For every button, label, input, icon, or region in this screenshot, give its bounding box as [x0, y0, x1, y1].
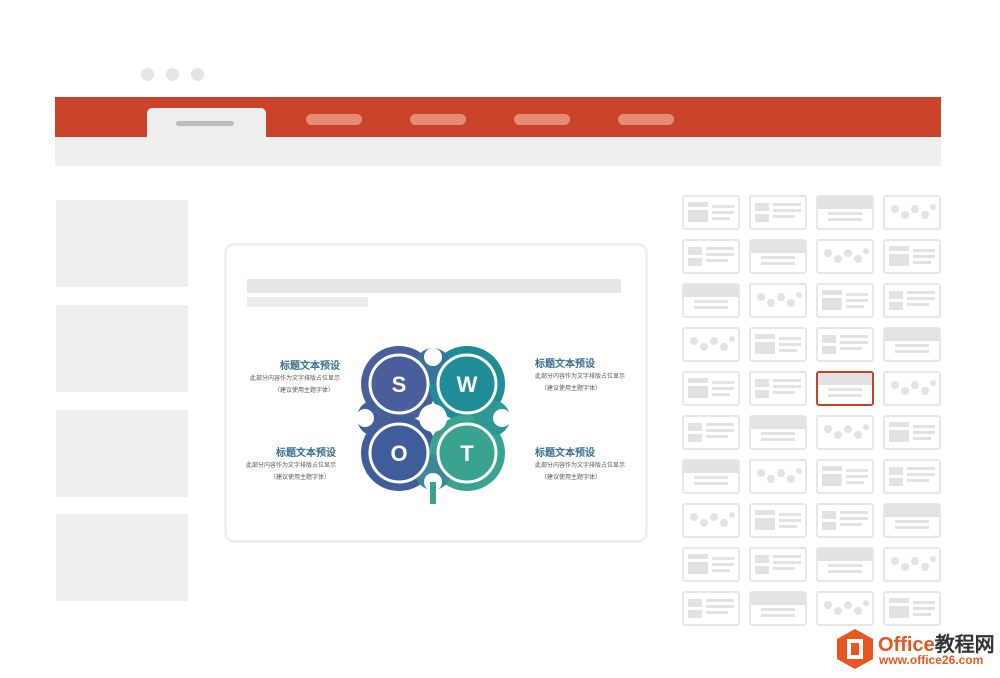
layout-thumbnail-r3-c3[interactable] [816, 283, 874, 318]
block-desc: 此部分内容作为文字排版占位显示 [535, 463, 626, 469]
layout-thumbnail-r4-c1[interactable] [682, 327, 740, 362]
layout-thumbnail-r3-c1[interactable] [682, 283, 740, 318]
layout-thumbnail-r7-c4[interactable] [883, 459, 941, 494]
slide-thumbnail-4[interactable] [56, 514, 188, 601]
watermark-logo: Office教程网 www.office26.com [835, 625, 995, 673]
swot-text-block-1[interactable]: 标题文本预设 此部分内容作为文字排版占位显示 （建议使用主题字体） [210, 357, 340, 396]
window-dot-3[interactable] [191, 68, 204, 81]
swot-diagram[interactable]: S W O T [340, 332, 530, 512]
swot-letter-s: S [392, 372, 407, 397]
block-title: 标题文本预设 [535, 359, 595, 370]
layout-thumbnail-r1-c3[interactable] [816, 195, 874, 230]
tab-label-placeholder [176, 121, 234, 126]
layout-thumbnail-r1-c1[interactable] [682, 195, 740, 230]
block-desc-note: （建议使用主题字体） [273, 388, 334, 394]
layout-thumbnail-r10-c2[interactable] [749, 591, 807, 626]
block-desc-note: （建议使用主题字体） [541, 386, 602, 392]
layout-thumbnail-r3-c4[interactable] [883, 283, 941, 318]
swot-text-block-4[interactable]: 标题文本预设 此部分内容作为文字排版占位显示 （建议使用主题字体） [535, 444, 665, 483]
layout-thumbnail-r8-c2[interactable] [749, 503, 807, 538]
layout-thumbnail-r7-c2[interactable] [749, 459, 807, 494]
office-logo-icon [837, 629, 873, 669]
layout-thumbnail-r9-c4[interactable] [883, 547, 941, 582]
layout-thumbnail-r2-c3[interactable] [816, 239, 874, 274]
layout-thumbnail-r9-c3[interactable] [816, 547, 874, 582]
swot-text-block-2[interactable]: 标题文本预设 此部分内容作为文字排版占位显示 （建议使用主题字体） [535, 355, 665, 394]
layout-thumbnail-r5-c4[interactable] [883, 371, 941, 406]
block-title: 标题文本预设 [535, 448, 595, 459]
layout-thumbnail-r8-c1[interactable] [682, 503, 740, 538]
layout-thumbnail-r10-c4[interactable] [883, 591, 941, 626]
layout-thumbnail-r7-c3[interactable] [816, 459, 874, 494]
ribbon-tab-3[interactable] [410, 114, 466, 125]
layout-thumbnail-r10-c3[interactable] [816, 591, 874, 626]
block-desc-note: （建议使用主题字体） [541, 475, 602, 481]
layout-thumbnail-r6-c1[interactable] [682, 415, 740, 450]
ribbon-tab-5[interactable] [618, 114, 674, 125]
watermark-url: www.office26.com [879, 653, 984, 667]
layout-thumbnail-r6-c4[interactable] [883, 415, 941, 450]
block-title: 标题文本预设 [280, 361, 340, 372]
block-title: 标题文本预设 [276, 448, 336, 459]
block-desc: 此部分内容作为文字排版占位显示 [245, 463, 336, 469]
layout-thumbnail-r2-c1[interactable] [682, 239, 740, 274]
layout-thumbnail-r1-c4[interactable] [883, 195, 941, 230]
layout-thumbnail-r10-c1[interactable] [682, 591, 740, 626]
layout-thumbnail-r6-c3[interactable] [816, 415, 874, 450]
ribbon-tab-2[interactable] [306, 114, 362, 125]
block-desc: 此部分内容作为文字排版占位显示 [249, 376, 340, 382]
layout-thumbnail-r1-c2[interactable] [749, 195, 807, 230]
window-dot-1[interactable] [141, 68, 154, 81]
slide-thumbnail-2[interactable] [56, 305, 188, 392]
layout-thumbnail-r8-c4[interactable] [883, 503, 941, 538]
layout-thumbnail-r7-c1[interactable] [682, 459, 740, 494]
layout-thumbnail-r5-c3[interactable] [816, 371, 874, 406]
slide-thumbnail-1[interactable] [56, 200, 188, 287]
layout-thumbnail-r2-c2[interactable] [749, 239, 807, 274]
swot-letter-o: O [390, 441, 407, 466]
slide-thumbnail-3[interactable] [56, 410, 188, 497]
block-desc: 此部分内容作为文字排版占位显示 [535, 374, 626, 380]
layout-thumbnail-r5-c1[interactable] [682, 371, 740, 406]
layout-thumbnail-r8-c3[interactable] [816, 503, 874, 538]
layout-thumbnail-r4-c4[interactable] [883, 327, 941, 362]
layout-thumbnail-r4-c3[interactable] [816, 327, 874, 362]
layout-thumbnail-r5-c2[interactable] [749, 371, 807, 406]
layout-thumbnail-r9-c2[interactable] [749, 547, 807, 582]
layout-thumbnail-r3-c2[interactable] [749, 283, 807, 318]
ribbon-tab-4[interactable] [514, 114, 570, 125]
layout-thumbnail-r2-c4[interactable] [883, 239, 941, 274]
block-desc-note: （建议使用主题字体） [269, 475, 330, 481]
window-dot-2[interactable] [166, 68, 179, 81]
swot-letter-t: T [460, 441, 474, 466]
layout-thumbnail-r4-c2[interactable] [749, 327, 807, 362]
ribbon-tab-active[interactable] [147, 108, 266, 138]
layout-thumbnail-r9-c1[interactable] [682, 547, 740, 582]
slide-subtitle-placeholder[interactable] [247, 297, 368, 307]
slide-title-placeholder[interactable] [247, 279, 621, 293]
swot-text-block-3[interactable]: 标题文本预设 此部分内容作为文字排版占位显示 （建议使用主题字体） [206, 444, 336, 483]
swot-letter-w: W [457, 372, 478, 397]
toolbar-strip [55, 137, 941, 166]
layout-thumbnail-r6-c2[interactable] [749, 415, 807, 450]
